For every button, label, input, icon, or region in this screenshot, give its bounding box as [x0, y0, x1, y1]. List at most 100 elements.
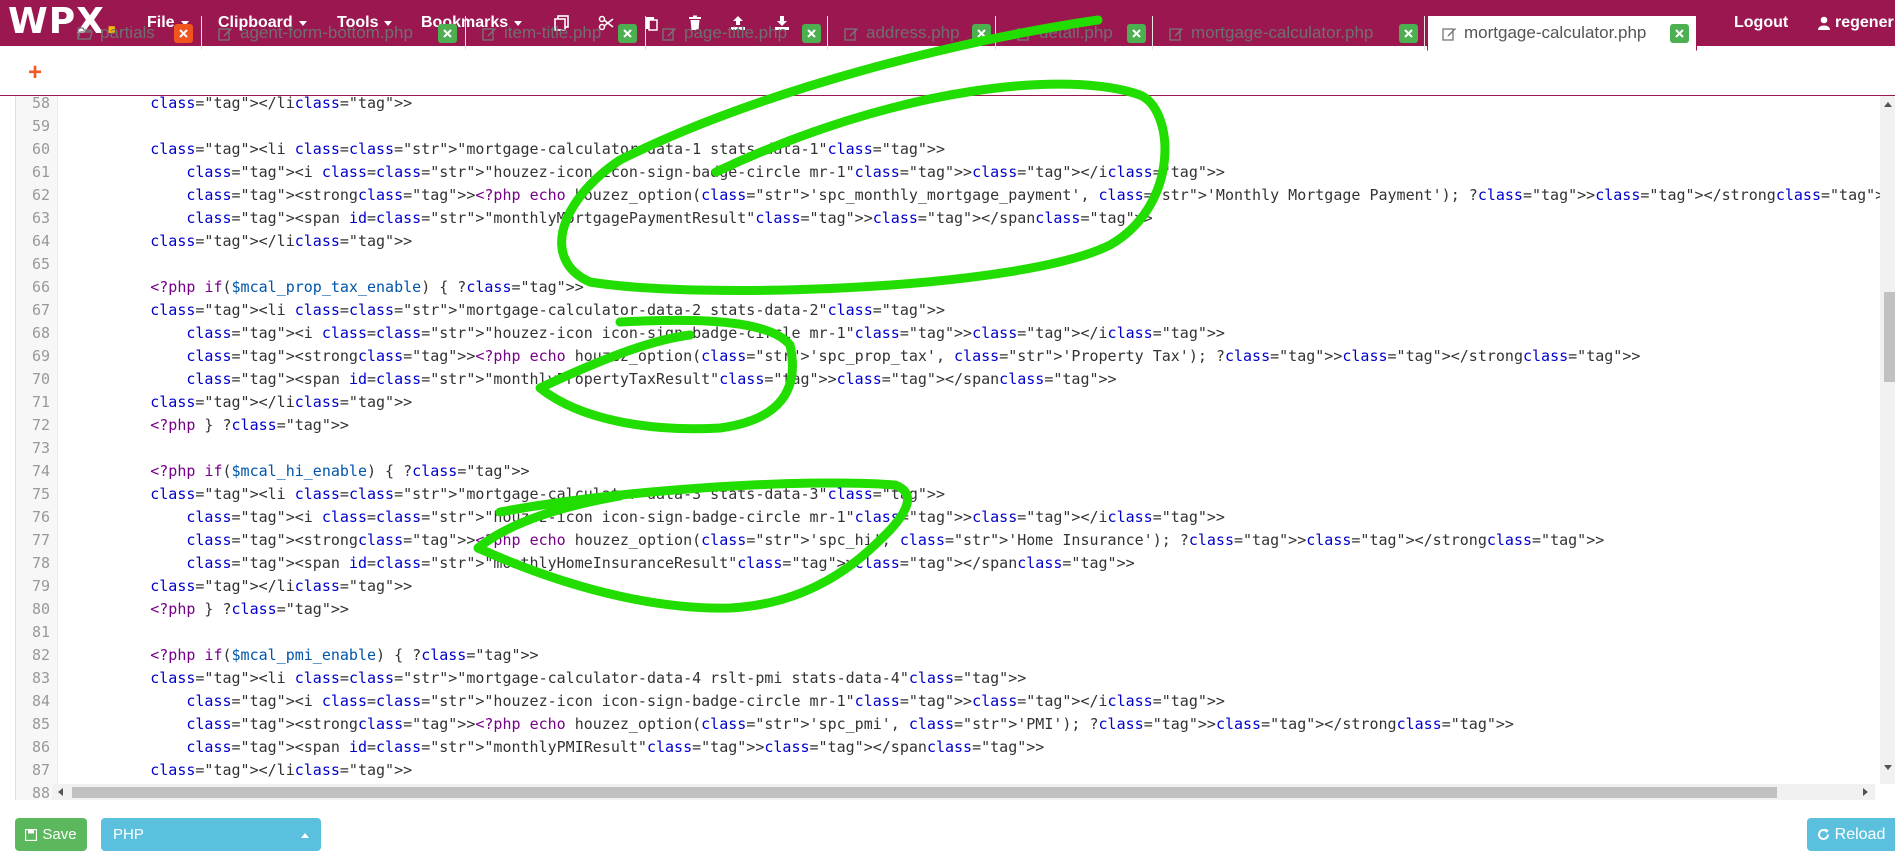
code-text[interactable]: class="tag"><span id=class="str">"monthl… — [78, 552, 1134, 575]
code-line[interactable]: 85 class="tag"><strongclass="tag">><?php… — [16, 713, 1876, 736]
code-line[interactable]: 87 class="tag"></liclass="tag">> — [16, 759, 1876, 782]
code-text[interactable]: class="tag"><li class=class="str">"mortg… — [78, 667, 1026, 690]
scroll-left-arrow-icon[interactable] — [55, 787, 65, 797]
scroll-right-arrow-icon[interactable] — [1861, 787, 1871, 797]
close-tab-icon[interactable] — [1127, 24, 1146, 43]
horizontal-scrollbar[interactable] — [52, 784, 1875, 800]
code-line[interactable]: 64 class="tag"></liclass="tag">> — [16, 230, 1876, 253]
line-number: 86 — [31, 738, 50, 756]
code-line[interactable]: 69 class="tag"><strongclass="tag">><?php… — [16, 345, 1876, 368]
code-line[interactable]: 73 — [16, 437, 1876, 460]
line-number: 60 — [31, 140, 50, 158]
line-number: 80 — [31, 600, 50, 618]
reload-button[interactable]: Reload — [1807, 818, 1895, 851]
code-line[interactable]: 81 — [16, 621, 1876, 644]
user-menu[interactable]: regener — [1818, 0, 1894, 46]
code-text[interactable]: class="tag"><strongclass="tag">><?php ec… — [78, 529, 1604, 552]
code-text[interactable]: <?php if($mcal_hi_enable) { ?class="tag"… — [78, 460, 529, 483]
user-icon — [1818, 16, 1830, 30]
horizontal-scroll-thumb[interactable] — [72, 787, 1777, 798]
tab-mortgage-calculator[interactable]: mortgage-calculator.php — [1155, 16, 1425, 50]
code-line[interactable]: 70 class="tag"><span id=class="str">"mon… — [16, 368, 1876, 391]
code-line[interactable]: 58 class="tag"></liclass="tag">> — [16, 96, 1876, 115]
tab-mortgage-calculator-active[interactable]: mortgage-calculator.php — [1427, 15, 1697, 51]
code-line[interactable]: 66 <?php if($mcal_prop_tax_enable) { ?cl… — [16, 276, 1876, 299]
code-text[interactable]: <?php if($mcal_pmi_enable) { ?class="tag… — [78, 644, 538, 667]
edit-icon — [660, 24, 678, 42]
code-line[interactable]: 59 — [16, 115, 1876, 138]
close-tab-icon[interactable] — [802, 24, 821, 43]
scroll-down-arrow-icon[interactable] — [1883, 764, 1893, 772]
code-text[interactable]: class="tag"></liclass="tag">> — [78, 230, 412, 253]
new-tab-plus-icon[interactable]: + — [28, 61, 42, 85]
code-text[interactable]: <?php } ?class="tag">> — [78, 598, 349, 621]
code-text[interactable]: <?php if($mcal_prop_tax_enable) { ?class… — [78, 276, 584, 299]
code-text[interactable]: class="tag"><strongclass="tag">><?php ec… — [78, 345, 1640, 368]
code-text[interactable]: class="tag"><i class=class="str">"houzez… — [78, 690, 1225, 713]
vertical-scrollbar[interactable] — [1880, 96, 1895, 784]
code-line[interactable]: 62 class="tag"><strongclass="tag">><?php… — [16, 184, 1893, 207]
code-line[interactable]: 75 class="tag"><li class=class="str">"mo… — [16, 483, 1876, 506]
line-number: 69 — [31, 347, 50, 365]
code-text[interactable]: class="tag"><span id=class="str">"monthl… — [78, 207, 1152, 230]
close-tab-icon[interactable] — [618, 24, 637, 43]
code-line[interactable]: 84 class="tag"><i class=class="str">"hou… — [16, 690, 1876, 713]
code-text[interactable]: class="tag"><li class=class="str">"mortg… — [78, 299, 945, 322]
line-number: 65 — [31, 255, 50, 273]
language-select[interactable]: PHP — [101, 818, 321, 851]
code-line[interactable]: 72 <?php } ?class="tag">> — [16, 414, 1876, 437]
code-line[interactable]: 65 — [16, 253, 1876, 276]
code-line[interactable]: 74 <?php if($mcal_hi_enable) { ?class="t… — [16, 460, 1876, 483]
code-text[interactable]: class="tag"><span id=class="str">"monthl… — [78, 736, 1044, 759]
code-line[interactable]: 82 <?php if($mcal_pmi_enable) { ?class="… — [16, 644, 1876, 667]
code-text[interactable]: <?php } ?class="tag">> — [78, 414, 349, 437]
code-text[interactable]: class="tag"><i class=class="str">"houzez… — [78, 506, 1225, 529]
refresh-icon — [1817, 828, 1829, 840]
code-line[interactable]: 60 class="tag"><li class=class="str">"mo… — [16, 138, 1876, 161]
line-number: 73 — [31, 439, 50, 457]
code-line[interactable]: 83 class="tag"><li class=class="str">"mo… — [16, 667, 1876, 690]
close-tab-icon[interactable] — [438, 24, 457, 43]
code-line[interactable]: 61 class="tag"><i class=class="str">"hou… — [16, 161, 1876, 184]
tab-partials[interactable]: partials — [64, 16, 202, 50]
close-tab-icon[interactable] — [1670, 24, 1689, 43]
tab-address[interactable]: address.php — [830, 16, 996, 50]
vertical-scroll-thumb[interactable] — [1884, 292, 1895, 382]
code-line[interactable]: 67 class="tag"><li class=class="str">"mo… — [16, 299, 1876, 322]
tab-agent-form-bottom[interactable]: agent-form-bottom.php — [204, 16, 466, 50]
code-text[interactable]: class="tag"></liclass="tag">> — [78, 391, 412, 414]
code-text[interactable]: class="tag"><span id=class="str">"monthl… — [78, 368, 1116, 391]
save-button[interactable]: Save — [15, 818, 87, 851]
close-tab-icon[interactable] — [174, 24, 193, 43]
line-number: 83 — [31, 669, 50, 687]
close-tab-icon[interactable] — [972, 24, 991, 43]
code-text[interactable]: class="tag"><i class=class="str">"houzez… — [78, 322, 1225, 345]
code-text[interactable]: class="tag"></liclass="tag">> — [78, 759, 412, 782]
code-text[interactable]: class="tag"><strongclass="tag">><?php ec… — [78, 713, 1514, 736]
tab-item-title[interactable]: item-title.php — [468, 16, 646, 50]
edit-icon — [1015, 24, 1033, 42]
code-editor[interactable]: 58 class="tag"></liclass="tag">> 59 60 cla… — [15, 96, 1895, 800]
code-text[interactable]: class="tag"></liclass="tag">> — [78, 96, 412, 115]
code-line[interactable]: 78 class="tag"><span id=class="str">"mon… — [16, 552, 1876, 575]
tab-detail[interactable]: detail.php — [1003, 16, 1153, 50]
code-line[interactable]: 76 class="tag"><i class=class="str">"hou… — [16, 506, 1876, 529]
code-line[interactable]: 63 class="tag"><span id=class="str">"mon… — [16, 207, 1876, 230]
code-line[interactable]: 77 class="tag"><strongclass="tag">><?php… — [16, 529, 1876, 552]
code-text[interactable]: class="tag"><i class=class="str">"houzez… — [78, 161, 1225, 184]
code-line[interactable]: 71 class="tag"></liclass="tag">> — [16, 391, 1876, 414]
line-number: 74 — [31, 462, 50, 480]
logout-link[interactable]: Logout — [1734, 0, 1788, 46]
code-text[interactable]: class="tag"><li class=class="str">"mortg… — [78, 483, 945, 506]
code-text[interactable]: class="tag"><li class=class="str">"mortg… — [78, 138, 945, 161]
code-text[interactable]: class="tag"><strongclass="tag">><?php ec… — [78, 184, 1893, 207]
tab-page-title[interactable]: page-title.php — [648, 16, 828, 50]
close-tab-icon[interactable] — [1399, 24, 1418, 43]
code-line[interactable]: 86 class="tag"><span id=class="str">"mon… — [16, 736, 1876, 759]
code-line[interactable]: 68 class="tag"><i class=class="str">"hou… — [16, 322, 1876, 345]
scroll-up-arrow-icon[interactable] — [1883, 100, 1893, 108]
code-text[interactable]: class="tag"></liclass="tag">> — [78, 575, 412, 598]
code-line[interactable]: 79 class="tag"></liclass="tag">> — [16, 575, 1876, 598]
code-line[interactable]: 80 <?php } ?class="tag">> — [16, 598, 1876, 621]
line-number: 59 — [31, 117, 50, 135]
